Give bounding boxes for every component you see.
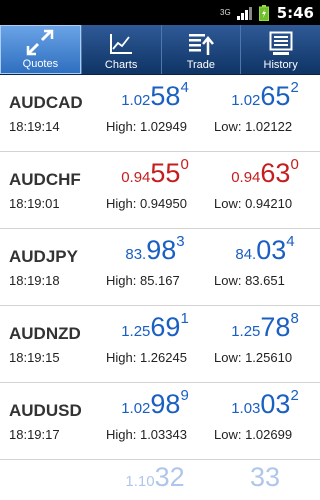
quotes-icon [25, 28, 55, 58]
symbol-name: AUDUSD [9, 401, 82, 420]
bid-pips: 32 [154, 462, 185, 492]
bid-price: 1.02989 [100, 387, 210, 420]
bid-fraction: 9 [180, 387, 189, 404]
symbol-name: AUDCAD [9, 93, 83, 112]
low-value: Low: 0.94210 [214, 196, 293, 211]
ask-fraction: 8 [290, 310, 299, 327]
tab-charts[interactable]: Charts [80, 25, 161, 74]
quote-row-audcad[interactable]: AUDCAD 18:19:14 1.02584 1.02652 High: 1.… [0, 75, 320, 152]
ask-pips: 03 [260, 389, 291, 419]
ask-price: 1.02652 [210, 79, 320, 112]
high-value: High: 1.03343 [106, 427, 187, 442]
ask-fraction: 2 [290, 79, 299, 96]
high-value: High: 1.02949 [106, 119, 187, 134]
trade-icon [187, 29, 215, 59]
ask-price: 84.034 [210, 233, 320, 266]
high-value: High: 1.26245 [106, 350, 187, 365]
tab-trade-label: Trade [186, 59, 216, 71]
network-type-label: 3G [220, 7, 231, 17]
network-type-icon: 3G [220, 7, 231, 17]
ask-price: 1.25788 [210, 310, 320, 343]
ask-prefix: 1.03 [231, 400, 261, 417]
quotes-list: AUDCAD 18:19:14 1.02584 1.02652 High: 1.… [0, 75, 320, 500]
symbol-name: AUDNZD [9, 324, 81, 343]
high-value: High: 85.167 [106, 273, 180, 288]
ask-price: 33 [210, 462, 320, 493]
quote-row-audusd[interactable]: AUDUSD 18:19:17 1.02989 1.03032 High: 1.… [0, 383, 320, 460]
history-icon [269, 29, 293, 59]
ask-pips: 63 [260, 158, 291, 188]
tab-history-label: History [263, 59, 298, 71]
bid-fraction: 0 [180, 156, 189, 173]
bid-price: 83.983 [100, 233, 210, 266]
ask-pips: 78 [260, 312, 291, 342]
bid-prefix: 83. [125, 246, 147, 263]
bid-pips: 98 [150, 389, 181, 419]
quote-time: 18:19:18 [9, 273, 60, 288]
bid-fraction: 3 [176, 233, 185, 250]
tab-trade[interactable]: Trade [160, 25, 241, 74]
quote-time: 18:19:17 [9, 427, 60, 442]
low-value: Low: 1.02699 [214, 427, 293, 442]
bid-pips: 55 [150, 158, 181, 188]
bid-price: 1.25691 [100, 310, 210, 343]
quote-row-audjpy[interactable]: AUDJPY 18:19:18 83.983 84.034 High: 85.1… [0, 229, 320, 306]
bid-prefix: 0.94 [121, 169, 151, 186]
bid-pips: 58 [150, 81, 181, 111]
bid-price: 1.1032 [100, 462, 210, 493]
ask-price: 0.94630 [210, 156, 320, 189]
bid-price: 1.02584 [100, 79, 210, 112]
ask-pips: 65 [260, 81, 291, 111]
tab-history[interactable]: History [240, 25, 320, 74]
bid-price: 0.94550 [100, 156, 210, 189]
ask-prefix: 1.02 [231, 92, 261, 109]
low-value: Low: 83.651 [214, 273, 285, 288]
bid-prefix: 1.25 [121, 323, 151, 340]
bid-pips: 69 [150, 312, 181, 342]
symbol-name: AUDCHF [9, 170, 81, 189]
bid-pips: 98 [146, 235, 177, 265]
ask-fraction: 2 [290, 387, 299, 404]
quote-row-audchf[interactable]: AUDCHF 18:19:01 0.94550 0.94630 High: 0.… [0, 152, 320, 229]
tab-quotes-label: Quotes [22, 58, 59, 70]
symbol-name: AUDJPY [9, 247, 78, 266]
ask-prefix: 0.94 [231, 169, 261, 186]
ask-fraction: 0 [290, 156, 299, 173]
bid-fraction: 4 [180, 79, 189, 96]
status-time: 5:46 [276, 3, 314, 22]
ask-pips: 33 [249, 462, 281, 492]
quote-time: 18:19:14 [9, 119, 60, 134]
high-value: High: 0.94950 [106, 196, 187, 211]
tab-charts-label: Charts [104, 59, 138, 71]
bid-prefix: 1.02 [121, 400, 151, 417]
ask-price: 1.03032 [210, 387, 320, 420]
ask-pips: 03 [256, 235, 287, 265]
ask-prefix: 1.25 [231, 323, 261, 340]
bid-prefix: 1.10 [125, 473, 155, 490]
quote-time: 18:19:01 [9, 196, 60, 211]
charts-icon [108, 29, 134, 59]
quote-row-audnzd[interactable]: AUDNZD 18:19:15 1.25691 1.25788 High: 1.… [0, 306, 320, 383]
tab-bar: Quotes Charts Trade History [0, 25, 320, 75]
quote-row-partial[interactable]: 1.1032 33 [0, 460, 320, 500]
battery-charging-icon [258, 4, 269, 21]
bid-fraction: 1 [180, 310, 189, 327]
status-bar: 3G 5:46 [0, 0, 320, 25]
ask-fraction: 4 [286, 233, 295, 250]
ask-prefix: 84. [235, 246, 257, 263]
tab-quotes[interactable]: Quotes [0, 25, 81, 74]
signal-strength-icon [236, 6, 253, 20]
low-value: Low: 1.25610 [214, 350, 293, 365]
quote-time: 18:19:15 [9, 350, 60, 365]
bid-prefix: 1.02 [121, 92, 151, 109]
low-value: Low: 1.02122 [214, 119, 293, 134]
